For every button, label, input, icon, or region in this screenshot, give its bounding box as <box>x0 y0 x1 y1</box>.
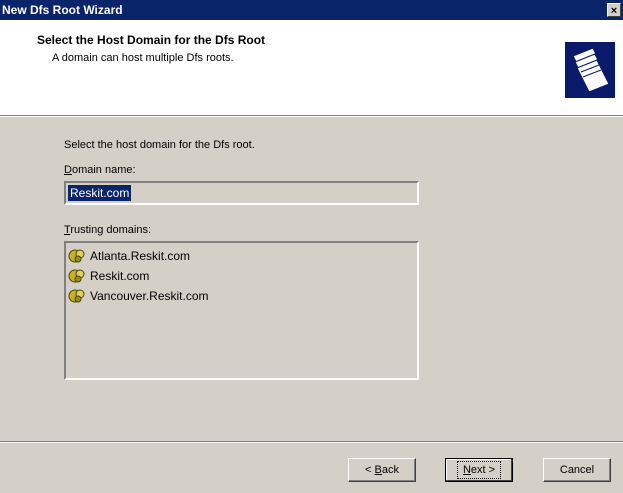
page-title: Select the Host Domain for the Dfs Root <box>37 33 266 47</box>
folders-icon <box>565 42 615 98</box>
domain-name-input[interactable]: Reskit.com <box>64 181 419 205</box>
trusting-domains-list[interactable]: Atlanta.Reskit.com Reskit.com Vancouver.… <box>64 241 419 380</box>
domain-icon <box>68 289 85 303</box>
close-icon: × <box>610 5 618 17</box>
wizard-header: Select the Host Domain for the Dfs Root … <box>0 20 623 116</box>
list-item[interactable]: Reskit.com <box>66 266 417 286</box>
next-button-focus: Next > <box>456 461 502 479</box>
cancel-button[interactable]: Cancel <box>543 458 611 482</box>
wizard-window: New Dfs Root Wizard × Select the Host Do… <box>0 0 623 493</box>
domain-icon <box>68 269 85 283</box>
list-item[interactable]: Vancouver.Reskit.com <box>66 286 417 306</box>
trusting-domains-label: Trusting domains: <box>64 224 152 236</box>
footer-divider <box>0 441 623 443</box>
instruction-text: Select the host domain for the Dfs root. <box>64 139 255 151</box>
title-bar[interactable]: New Dfs Root Wizard × <box>0 0 623 20</box>
window-title: New Dfs Root Wizard <box>2 3 123 17</box>
domain-name-label: Domain name: <box>64 164 136 176</box>
domain-icon <box>68 249 85 263</box>
page-subtitle: A domain can host multiple Dfs roots. <box>52 52 234 64</box>
domain-name-value: Reskit.com <box>68 185 132 201</box>
next-button[interactable]: Next > <box>445 458 513 482</box>
list-item[interactable]: Atlanta.Reskit.com <box>66 246 417 266</box>
back-button[interactable]: < Back <box>348 458 416 482</box>
close-button[interactable]: × <box>607 3 621 17</box>
header-divider <box>0 116 623 117</box>
